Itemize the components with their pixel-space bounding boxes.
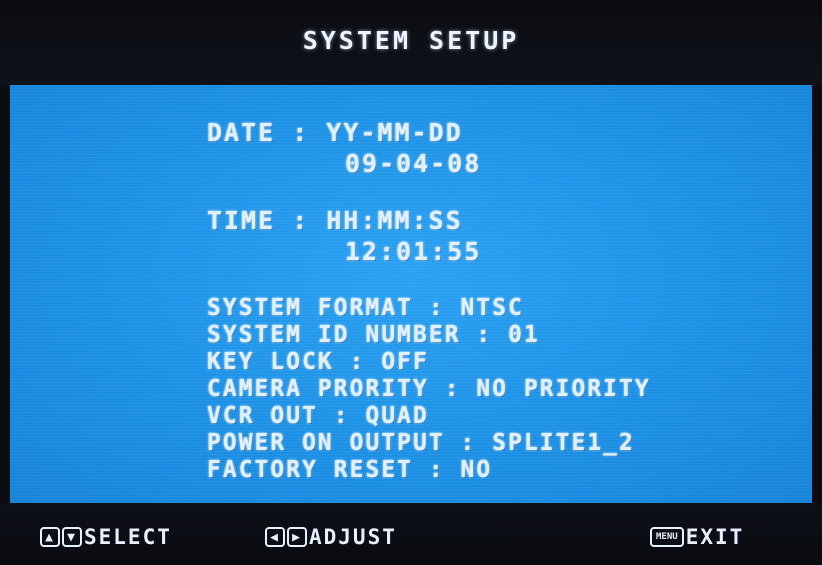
menu-item-vcr-out[interactable]: VCR OUT : QUAD <box>207 403 429 429</box>
up-arrow-key-icon: ▲ <box>40 527 60 547</box>
right-arrow-key-icon: ▶ <box>287 527 307 547</box>
select-label: SELECT <box>84 525 172 549</box>
menu-item-camera-priority[interactable]: CAMERA PRORITY : NO PRIORITY <box>207 376 651 402</box>
exit-label: EXIT <box>685 525 745 549</box>
select-hint: ▲ ▼ SELECT <box>40 525 172 549</box>
exit-hint: MENU EXIT <box>650 525 744 549</box>
menu-item-key-lock[interactable]: KEY LOCK : OFF <box>207 349 429 375</box>
menu-item-system-format[interactable]: SYSTEM FORMAT : NTSC <box>207 295 524 321</box>
page-title: SYSTEM SETUP <box>302 26 520 55</box>
adjust-hint: ◀ ▶ ADJUST <box>265 525 397 549</box>
hint-bar: ▲ ▼ SELECT ◀ ▶ ADJUST MENU EXIT <box>0 503 822 565</box>
menu-item-system-id-number[interactable]: SYSTEM ID NUMBER : 01 <box>207 322 540 348</box>
setup-panel: DATE : YY-MM-DD 09-04-08 TIME : HH:MM:SS… <box>10 85 812 503</box>
date-format-row[interactable]: DATE : YY-MM-DD <box>207 118 463 147</box>
menu-item-power-on-output[interactable]: POWER ON OUTPUT : SPLITE1_2 <box>207 430 635 456</box>
time-value[interactable]: 12:01:55 <box>345 237 481 266</box>
menu-key-icon: MENU <box>650 527 684 547</box>
left-arrow-key-icon: ◀ <box>265 527 285 547</box>
down-arrow-key-icon: ▼ <box>62 527 82 547</box>
date-value[interactable]: 09-04-08 <box>345 149 481 178</box>
time-format-row[interactable]: TIME : HH:MM:SS <box>207 206 463 235</box>
adjust-label: ADJUST <box>309 525 397 549</box>
monitor-screen: SYSTEM SETUP DATE : YY-MM-DD 09-04-08 TI… <box>0 0 822 565</box>
menu-item-factory-reset[interactable]: FACTORY RESET : NO <box>207 457 492 483</box>
title-bar: SYSTEM SETUP <box>0 0 822 85</box>
